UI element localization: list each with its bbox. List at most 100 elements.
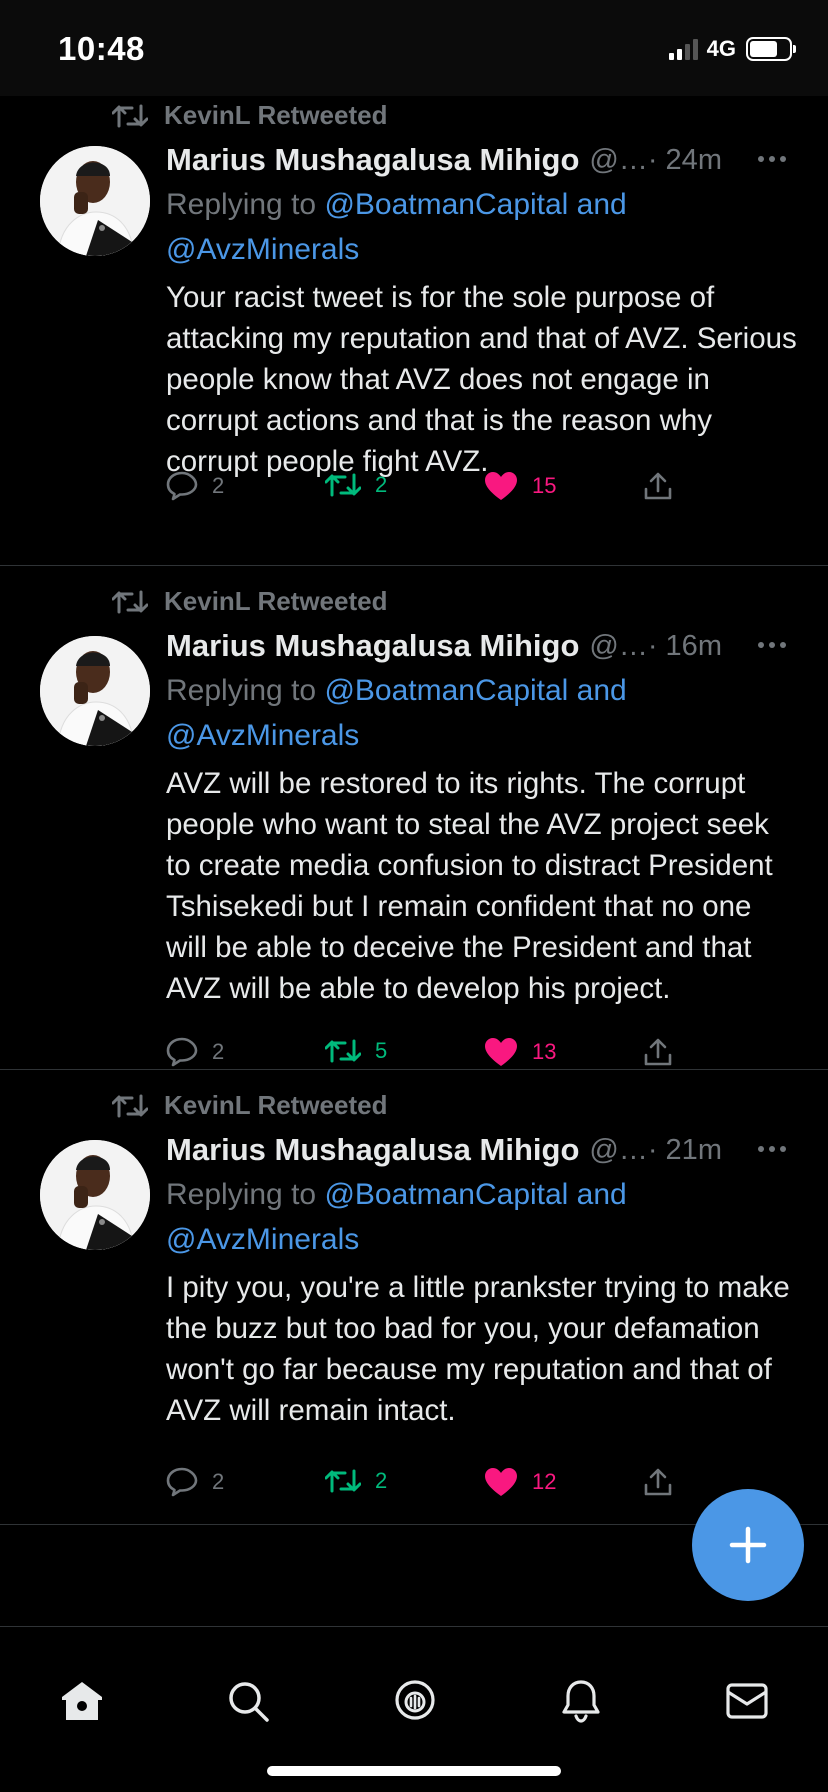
more-options-icon[interactable]	[758, 1146, 786, 1152]
bell-icon	[562, 1680, 600, 1723]
plus-icon	[729, 1526, 767, 1564]
display-name[interactable]: Marius Mushagalusa Mihigo	[166, 142, 579, 178]
nav-spaces[interactable]	[387, 1673, 443, 1729]
status-indicators: 4G	[668, 36, 796, 62]
retweet-icon	[112, 590, 148, 613]
mention-link[interactable]: @AvzMinerals	[166, 233, 359, 266]
tweet-header: Marius Mushagalusa Mihigo @… · 24m	[166, 140, 798, 180]
retweet-icon	[112, 1094, 148, 1117]
share-button[interactable]	[643, 1037, 673, 1067]
timestamp[interactable]: · 16m	[648, 630, 722, 663]
reply-button[interactable]: 2	[166, 471, 224, 501]
heart-icon	[485, 472, 517, 500]
mention-link[interactable]: @AvzMinerals	[166, 1223, 359, 1256]
avatar[interactable]	[40, 636, 150, 746]
mention-link[interactable]: @BoatmanCapital and	[324, 1178, 626, 1211]
mail-icon	[726, 1683, 768, 1719]
timestamp[interactable]: · 24m	[648, 144, 722, 177]
timeline-feed[interactable]: KevinL Retweeted Marius Mushagalusa Mihi…	[0, 96, 828, 1525]
replying-prefix: Replying to	[166, 1178, 325, 1211]
reply-button[interactable]: 2	[166, 1037, 224, 1067]
home-indicator[interactable]	[267, 1766, 561, 1776]
share-icon	[644, 472, 672, 500]
retweet-count: 2	[375, 1468, 388, 1493]
tweet-actions: 2 2 15	[166, 471, 798, 511]
tweet[interactable]: KevinL Retweeted Marius Mushagalusa Mihi…	[0, 566, 828, 1070]
status-time: 10:48	[58, 30, 145, 67]
like-count: 13	[532, 1039, 557, 1064]
reply-icon	[166, 1037, 198, 1067]
more-options-icon[interactable]	[758, 156, 786, 162]
more-options-icon[interactable]	[758, 642, 786, 648]
like-count: 12	[532, 1469, 557, 1494]
reply-icon	[166, 1467, 198, 1497]
mention-link[interactable]: @AvzMinerals	[166, 719, 359, 752]
handle[interactable]: @…	[589, 144, 647, 177]
replying-to: Replying to @BoatmanCapital and @AvzMine…	[166, 182, 798, 272]
nav-search[interactable]	[220, 1673, 276, 1729]
like-button[interactable]: 15	[484, 471, 556, 501]
retweet-icon	[112, 104, 148, 127]
retweet-count: 5	[375, 1038, 388, 1063]
tweet-actions: 2 2 12	[166, 1467, 798, 1507]
search-icon	[229, 1682, 269, 1722]
retweet-icon	[325, 1469, 361, 1493]
display-name[interactable]: Marius Mushagalusa Mihigo	[166, 1132, 579, 1168]
tweet-content: Marius Mushagalusa Mihigo @… · 24m Reply…	[166, 140, 798, 511]
network-type: 4G	[706, 36, 736, 61]
handle[interactable]: @…	[589, 1134, 647, 1167]
share-button[interactable]	[643, 471, 673, 501]
display-name[interactable]: Marius Mushagalusa Mihigo	[166, 628, 579, 664]
replying-prefix: Replying to	[166, 674, 325, 707]
mention-link[interactable]: @BoatmanCapital and	[324, 188, 626, 221]
reply-button[interactable]: 2	[166, 1467, 224, 1497]
tweet-content: Marius Mushagalusa Mihigo @… · 21m Reply…	[166, 1130, 798, 1507]
share-icon	[644, 1468, 672, 1496]
signal-icon	[668, 38, 698, 60]
share-icon	[644, 1038, 672, 1066]
retweet-button[interactable]: 2	[325, 1467, 387, 1495]
retweet-icon	[325, 473, 361, 497]
retweet-context: KevinL Retweeted	[112, 586, 387, 617]
status-bar: 10:48 4G	[0, 0, 828, 96]
retweet-count: 2	[375, 472, 388, 497]
retweet-context: KevinL Retweeted	[112, 1090, 387, 1121]
compose-tweet-button[interactable]	[692, 1489, 804, 1601]
nav-notifications[interactable]	[553, 1673, 609, 1729]
replying-prefix: Replying to	[166, 188, 325, 221]
avatar[interactable]	[40, 1140, 150, 1250]
tweet-text: I pity you, you're a little prankster tr…	[166, 1271, 790, 1427]
replying-to: Replying to @BoatmanCapital and @AvzMine…	[166, 1172, 798, 1262]
retweet-button[interactable]: 2	[325, 471, 387, 499]
like-count: 15	[532, 473, 557, 498]
heart-icon	[485, 1038, 517, 1066]
replying-to: Replying to @BoatmanCapital and @AvzMine…	[166, 668, 798, 758]
home-icon	[62, 1682, 102, 1720]
tweet-text: AVZ will be restored to its rights. The …	[166, 767, 773, 1005]
like-button[interactable]: 12	[484, 1467, 556, 1497]
retweet-icon	[325, 1039, 361, 1063]
reply-icon	[166, 471, 198, 501]
retweeted-by-label: KevinL Retweeted	[164, 1090, 388, 1120]
tweet[interactable]: KevinL Retweeted Marius Mushagalusa Mihi…	[0, 96, 828, 566]
reply-count: 2	[212, 473, 225, 498]
battery-icon	[746, 37, 796, 61]
like-button[interactable]: 13	[484, 1037, 556, 1067]
tweet-text: Your racist tweet is for the sole purpos…	[166, 281, 797, 478]
tweet[interactable]: KevinL Retweeted Marius Mushagalusa Mihi…	[0, 1070, 828, 1525]
handle[interactable]: @…	[589, 630, 647, 663]
share-button[interactable]	[643, 1467, 673, 1497]
heart-icon	[485, 1468, 517, 1496]
twitter-timeline-screen: 10:48 4G KevinL Retweeted Marius Mushaga…	[0, 0, 828, 1792]
spaces-icon	[395, 1680, 435, 1720]
retweet-context: KevinL Retweeted	[112, 100, 387, 131]
mention-link[interactable]: @BoatmanCapital and	[324, 674, 626, 707]
nav-messages[interactable]	[719, 1673, 775, 1729]
timestamp[interactable]: · 21m	[648, 1134, 722, 1167]
reply-count: 2	[212, 1039, 225, 1064]
nav-home[interactable]	[54, 1673, 110, 1729]
retweet-button[interactable]: 5	[325, 1037, 387, 1065]
avatar[interactable]	[40, 146, 150, 256]
retweeted-by-label: KevinL Retweeted	[164, 100, 388, 130]
reply-count: 2	[212, 1469, 225, 1494]
